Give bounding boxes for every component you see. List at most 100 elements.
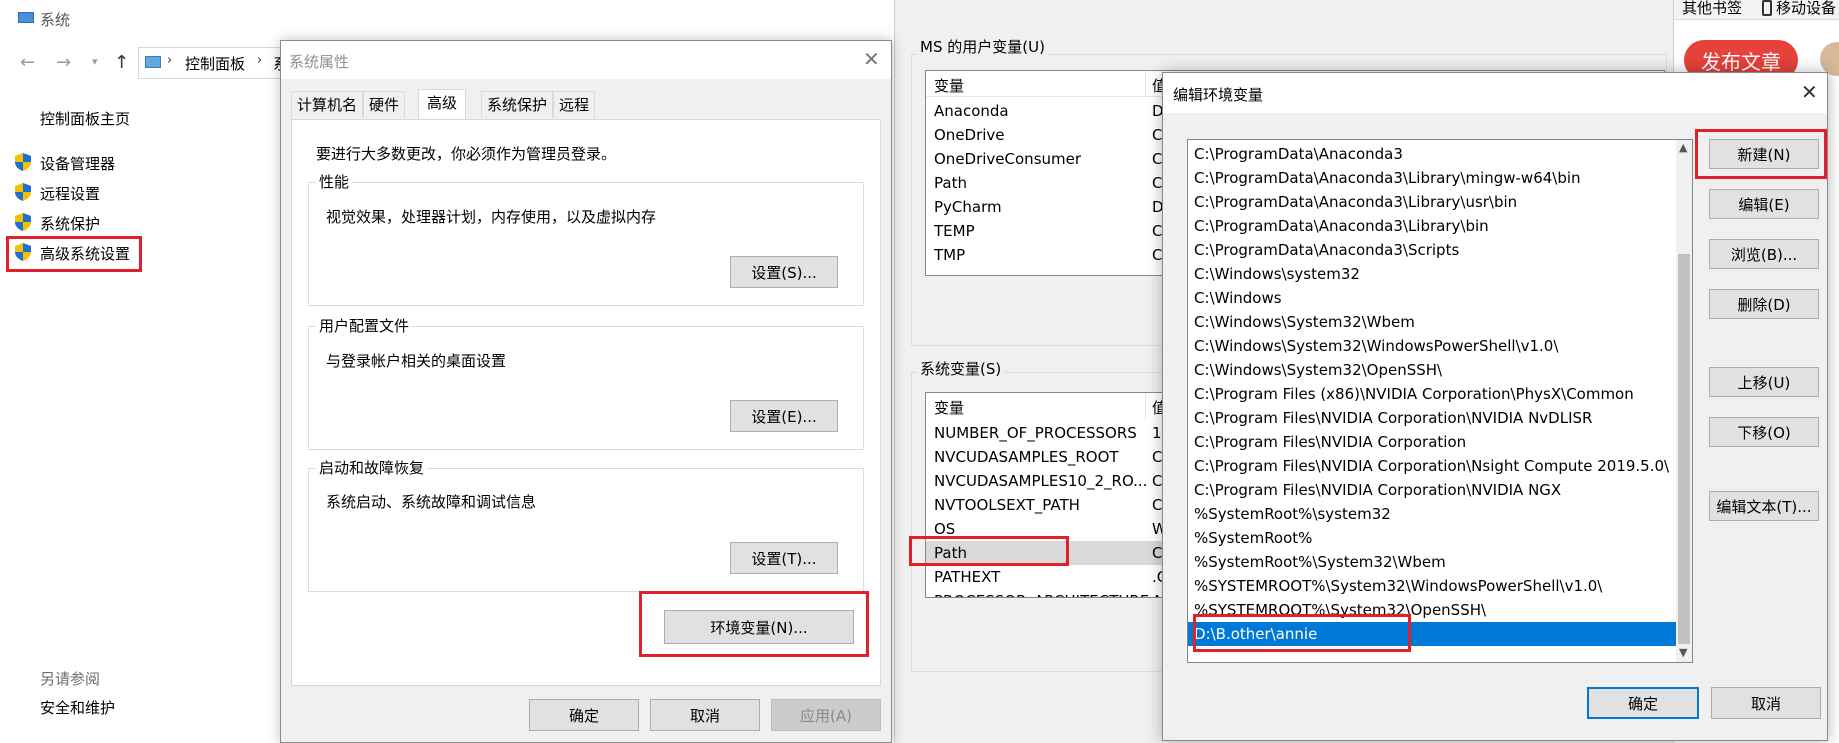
path-list-item[interactable]: C:\Windows\system32 [1188,262,1676,286]
edit-button[interactable]: 编辑(E) [1709,189,1819,219]
path-list-item[interactable]: C:\ProgramData\Anaconda3\Library\mingw-w… [1188,166,1676,190]
path-list-item[interactable]: C:\Windows\System32\Wbem [1188,310,1676,334]
props-ok-button[interactable]: 确定 [529,699,639,731]
performance-settings-button[interactable]: 设置(S)... [730,256,838,288]
scroll-thumb[interactable] [1678,254,1690,644]
var-name: PyCharm [934,198,1002,216]
path-list-item[interactable]: C:\Program Files\NVIDIA Corporation\NVID… [1188,478,1676,502]
breadcrumb-control-panel[interactable]: 控制面板 [185,53,245,74]
var-name: PATHEXT [934,568,1001,586]
path-list-item[interactable]: C:\ProgramData\Anaconda3\Scripts [1188,238,1676,262]
scroll-down-icon[interactable]: ▼ [1679,646,1687,659]
edit-env-var-dialog: 编辑环境变量 ✕ C:\ProgramData\Anaconda3 C:\Prog… [1162,72,1828,741]
mobile-device-icon [1762,0,1772,16]
tab-system-protection[interactable]: 系统保护 [481,91,554,118]
path-list-item[interactable]: C:\Program Files\NVIDIA Corporation [1188,430,1676,454]
shield-icon [14,212,32,232]
tab-remote[interactable]: 远程 [553,91,596,118]
path-list-item[interactable]: C:\ProgramData\Anaconda3\Library\bin [1188,214,1676,238]
shield-icon [14,152,32,172]
props-cancel-button[interactable]: 取消 [650,699,760,731]
delete-button[interactable]: 删除(D) [1709,289,1819,319]
var-name: PROCESSOR_ARCHITECTURE [934,589,1149,597]
column-header-variable[interactable]: 变量 [934,75,964,96]
edit-ok-button[interactable]: 确定 [1587,687,1699,719]
other-bookmarks-link[interactable]: 其他书签 [1682,0,1742,18]
sidebar-item-security-maintenance[interactable]: 安全和维护 [40,697,115,718]
path-list-item[interactable]: C:\Windows\System32\WindowsPowerShell\v1… [1188,334,1676,358]
props-title-bar: 系统属性 ✕ [281,41,891,79]
path-list-item[interactable]: C:\ProgramData\Anaconda3 [1188,142,1676,166]
column-divider [1145,71,1146,97]
path-rows: C:\ProgramData\Anaconda3 C:\ProgramData\A… [1188,140,1676,662]
props-tabs: 计算机名 硬件 高级 系统保护 远程 [291,89,881,119]
sidebar-home-link[interactable]: 控制面板主页 [40,108,130,129]
forward-arrow-icon[interactable]: → [56,52,71,73]
var-name: OneDriveConsumer [934,150,1082,168]
edit-cancel-button[interactable]: 取消 [1711,687,1821,719]
var-name: Path [934,174,967,192]
system-vars-group-title: 系统变量(S) [917,358,1005,379]
var-name: NVCUDASAMPLES_ROOT [934,448,1119,466]
system-title-bar: 系统 [0,0,900,40]
see-also-title: 另请参阅 [40,670,101,688]
performance-desc: 视觉效果，处理器计划，内存使用，以及虚拟内存 [326,208,657,226]
new-button[interactable]: 新建(N) [1709,139,1819,169]
sidebar-item-device-manager[interactable]: 设备管理器 [40,153,115,174]
browse-button[interactable]: 浏览(B)... [1709,239,1819,269]
control-panel-icon [145,56,161,68]
sidebar-item-system-protection[interactable]: 系统保护 [40,213,100,234]
performance-group-title: 性能 [316,171,353,192]
move-down-button[interactable]: 下移(O) [1709,417,1819,447]
tab-hardware[interactable]: 硬件 [363,91,406,118]
edit-title-bar: 编辑环境变量 ✕ [1163,73,1827,113]
sidebar-item-advanced-settings[interactable]: 高级系统设置 [40,243,130,264]
breadcrumb-separator-icon: › [257,53,263,68]
path-list-item[interactable]: %SystemRoot% [1188,526,1676,550]
var-name: OS [934,520,956,538]
path-list-scrollbar[interactable]: ▲ ▼ [1676,140,1692,662]
path-list[interactable]: C:\ProgramData\Anaconda3 C:\ProgramData\A… [1187,139,1693,663]
var-name: NVCUDASAMPLES10_2_RO... [934,472,1148,490]
user-profiles-group-title: 用户配置文件 [316,315,413,336]
tab-advanced[interactable]: 高级 [418,89,467,119]
props-apply-button[interactable]: 应用(A) [771,699,881,731]
sidebar-item-remote-settings[interactable]: 远程设置 [40,183,100,204]
path-list-item[interactable]: C:\Windows\System32\OpenSSH\ [1188,358,1676,382]
path-list-item[interactable]: D:\B.other\annie [1188,622,1676,646]
move-up-button[interactable]: 上移(U) [1709,367,1819,397]
admin-note: 要进行大多数更改，你必须作为管理员登录。 [316,145,617,163]
var-name: TEMP [934,222,975,240]
path-list-item[interactable]: C:\Windows [1188,286,1676,310]
props-dialog-title: 系统属性 [289,53,350,71]
path-list-item[interactable]: C:\ProgramData\Anaconda3\Library\usr\bin [1188,190,1676,214]
user-profiles-desc: 与登录帐户相关的桌面设置 [326,352,507,370]
chevron-down-icon[interactable]: ▾ [92,55,98,68]
path-list-item[interactable]: C:\Program Files\NVIDIA Corporation\Nsig… [1188,454,1676,478]
edit-dialog-title: 编辑环境变量 [1173,86,1264,104]
user-vars-group-title: MS 的用户变量(U) [917,36,1048,57]
user-profiles-settings-button[interactable]: 设置(E)... [730,400,838,432]
edit-text-button[interactable]: 编辑文本(T)... [1709,491,1819,521]
system-window-title: 系统 [40,11,71,29]
path-list-item[interactable]: %SYSTEMROOT%\System32\WindowsPowerShell\… [1188,574,1676,598]
system-properties-dialog: 系统属性 ✕ 计算机名 硬件 高级 系统保护 远程 要进行大多数更改，你必须作为… [280,40,892,743]
path-list-item[interactable]: C:\Program Files\NVIDIA Corporation\NVID… [1188,406,1676,430]
column-header-variable[interactable]: 变量 [934,397,964,418]
scroll-up-icon[interactable]: ▲ [1679,141,1687,154]
startup-recovery-desc: 系统启动、系统故障和调试信息 [326,493,537,511]
close-icon[interactable]: ✕ [1801,80,1818,104]
mobile-bookmarks-link[interactable]: 移动设备 [1776,0,1836,18]
startup-recovery-settings-button[interactable]: 设置(T)... [730,542,838,574]
path-list-item[interactable]: %SystemRoot%\System32\Wbem [1188,550,1676,574]
var-name: Anaconda [934,102,1009,120]
close-icon[interactable]: ✕ [863,47,880,71]
tab-computer-name[interactable]: 计算机名 [291,91,364,118]
path-list-item[interactable]: %SYSTEMROOT%\System32\OpenSSH\ [1188,598,1676,622]
path-list-item[interactable]: C:\Program Files (x86)\NVIDIA Corporatio… [1188,382,1676,406]
up-arrow-icon[interactable]: ↑ [114,52,129,73]
back-arrow-icon[interactable]: ← [20,52,35,73]
var-name: NUMBER_OF_PROCESSORS [934,424,1137,442]
environment-variables-button[interactable]: 环境变量(N)... [664,610,854,644]
path-list-item[interactable]: %SystemRoot%\system32 [1188,502,1676,526]
